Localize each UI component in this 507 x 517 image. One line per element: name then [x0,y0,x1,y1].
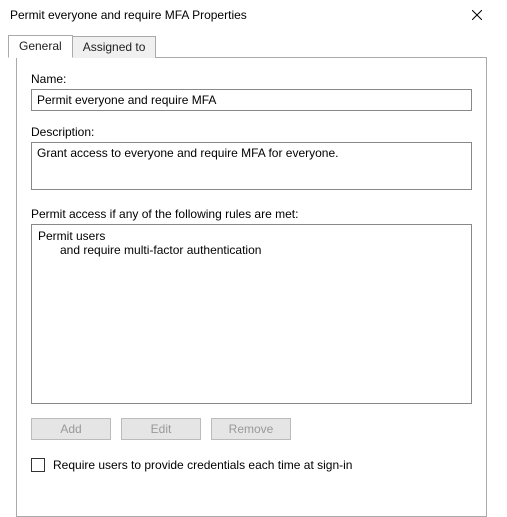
name-label: Name: [31,72,472,86]
tab-general[interactable]: General [8,35,73,58]
require-credentials-row[interactable]: Require users to provide credentials eac… [31,458,472,472]
close-icon [472,10,482,20]
remove-button[interactable]: Remove [211,418,291,440]
rules-label: Permit access if any of the following ru… [31,207,472,221]
tabs: General Assigned to [8,35,497,57]
close-button[interactable] [455,1,499,29]
name-input[interactable] [31,89,472,111]
edit-button[interactable]: Edit [121,418,201,440]
window-title: Permit everyone and require MFA Properti… [10,8,247,22]
require-credentials-label: Require users to provide credentials eac… [53,458,352,472]
add-button[interactable]: Add [31,418,111,440]
titlebar: Permit everyone and require MFA Properti… [0,0,507,30]
require-credentials-checkbox[interactable] [31,458,45,472]
rule-buttons: Add Edit Remove [31,418,472,440]
description-input[interactable] [31,142,472,190]
tabs-container: General Assigned to Name: Description: P… [0,30,507,517]
tab-panel-general: Name: Description: Permit access if any … [16,57,487,517]
rule-line[interactable]: Permit users [38,229,465,243]
rule-line[interactable]: and require multi-factor authentication [38,243,465,257]
rules-list[interactable]: Permit users and require multi-factor au… [31,224,472,404]
description-label: Description: [31,125,472,139]
tab-assigned-to[interactable]: Assigned to [73,36,157,58]
